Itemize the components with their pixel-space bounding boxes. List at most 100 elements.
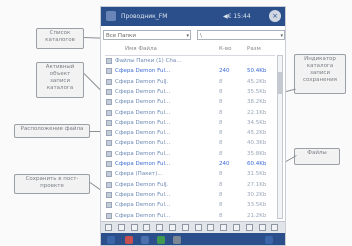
file-count: 8 xyxy=(219,78,223,85)
status-indicator: ◀€ 15:44 xyxy=(223,13,251,20)
folder-dropdown[interactable]: Все Папки ▾ xyxy=(103,30,191,40)
toolbar-button-icon[interactable] xyxy=(220,224,228,231)
app-icon-gray[interactable] xyxy=(173,236,181,244)
list-item[interactable]: Сфера Demon Ful... 8 40.3Kb xyxy=(105,138,275,148)
toolbar-button-icon[interactable] xyxy=(233,224,240,231)
list-item[interactable]: Сфера Demon Ful... 8 38.2Kb xyxy=(105,97,275,107)
list-item[interactable]: Сфера Demon Ful... 8 22.1Kb xyxy=(105,108,275,118)
path-dropdown-value: \ xyxy=(200,33,202,39)
toolbar-button-icon[interactable] xyxy=(181,224,189,231)
chevron-down-icon: ▾ xyxy=(280,33,283,39)
callout-lower-left: Сохранить в пост-проекте xyxy=(14,174,90,194)
file-size: 30.2Kb xyxy=(247,191,267,198)
callout-text: Активный объект записи каталога xyxy=(45,64,75,91)
file-size: 22.1Kb xyxy=(247,109,267,116)
file-icon xyxy=(106,130,112,137)
file-name: Сфера (Пакет)... xyxy=(115,171,163,178)
app-icon-green[interactable] xyxy=(157,236,165,244)
toolbar-button-icon[interactable] xyxy=(156,224,164,231)
close-button[interactable]: × xyxy=(269,10,281,22)
app-icon-red[interactable] xyxy=(125,236,133,244)
callout-upper-left: Активный объект записи каталога xyxy=(36,62,84,98)
toolbar-button-icon[interactable] xyxy=(207,224,215,231)
file-icon xyxy=(106,181,112,188)
file-icon xyxy=(106,150,112,157)
file-name: Сфера Demon Ful... xyxy=(115,202,171,209)
list-item[interactable]: Сфера Demon Ful... 8 35.5Kb xyxy=(105,87,275,97)
path-dropdown[interactable]: \ ▾ xyxy=(197,30,285,40)
file-count: 8 xyxy=(219,212,223,219)
file-count: 8 xyxy=(219,109,223,116)
file-count: 8 xyxy=(219,181,223,188)
keyboard-icon[interactable] xyxy=(265,236,273,244)
file-icon xyxy=(106,99,112,106)
toolbar-button-icon[interactable] xyxy=(169,224,176,231)
file-name: Сфера Demon Ful... xyxy=(115,150,171,157)
window-title: Проводник_FM xyxy=(121,13,168,20)
scrollbar[interactable] xyxy=(277,55,283,219)
toolbar-button-icon[interactable] xyxy=(271,224,279,231)
file-size: 33.5Kb xyxy=(247,202,267,209)
file-icon xyxy=(106,88,112,95)
file-size: 45.2Kb xyxy=(247,130,267,137)
file-icon xyxy=(106,68,112,75)
callout-lower-right: Файлы xyxy=(294,148,340,165)
file-icon xyxy=(106,109,112,116)
file-count: 8 xyxy=(219,140,223,147)
app-logo-icon xyxy=(106,11,116,21)
file-size: 35.5Kb xyxy=(247,88,267,95)
toolbar-button-icon[interactable] xyxy=(245,224,253,231)
app-icon-blue[interactable] xyxy=(141,236,149,244)
taskbar xyxy=(101,233,285,245)
callout-text: Расположение файла xyxy=(20,126,84,132)
file-name: Сфера Demon Ful... xyxy=(115,119,171,126)
toolbar-button-icon[interactable] xyxy=(143,224,151,231)
file-name: Сфера Demon FulJ. xyxy=(115,78,169,85)
header-name[interactable]: Имя Файла xyxy=(125,44,157,55)
header-count[interactable]: К-во xyxy=(219,44,232,55)
file-name: Сфера Demon Ful... xyxy=(115,161,171,167)
file-icon xyxy=(106,171,112,178)
filter-bar: Все Папки ▾ \ ▾ xyxy=(103,30,285,42)
file-count: 8 xyxy=(219,119,223,126)
file-size: 35.8Kb xyxy=(247,150,267,157)
file-count: 240 xyxy=(219,161,230,167)
toolbar-button-icon[interactable] xyxy=(105,224,112,231)
list-item[interactable]: Сфера Demon Ful... 8 21.2Kb xyxy=(105,211,275,221)
callout-top-left: Список каталогов xyxy=(36,28,84,49)
list-item[interactable]: Файлы Папки (1) Cha... xyxy=(105,56,275,66)
folder-dropdown-value: Все Папки xyxy=(106,33,136,39)
file-count: 8 xyxy=(219,88,223,95)
list-item[interactable]: Сфера Demon Ful... 240 50.4Kb xyxy=(105,66,275,76)
file-name: Сфера Demon Ful... xyxy=(115,191,171,198)
callout-text: Сохранить в пост-проекте xyxy=(25,176,79,189)
header-size[interactable]: Разм xyxy=(247,44,261,55)
file-icon xyxy=(106,161,112,167)
file-count: 8 xyxy=(219,130,223,137)
list-item[interactable]: Сфера Demon Ful... 8 34.5Kb xyxy=(105,118,275,128)
toolbar-button-icon[interactable] xyxy=(258,224,266,231)
list-item[interactable]: Сфера Demon FulJ. 8 27.1Kb xyxy=(105,180,275,190)
file-name: Сфера Demon Ful... xyxy=(115,99,171,106)
toolbar-button-icon[interactable] xyxy=(194,224,202,231)
file-count: 8 xyxy=(219,150,223,157)
file-name: Сфера Demon Ful... xyxy=(115,130,171,137)
file-name: Сфера Demon Ful... xyxy=(115,140,171,147)
file-size: 40.3Kb xyxy=(247,140,267,147)
file-icon xyxy=(106,191,112,198)
list-item[interactable]: Сфера (Пакет)... 8 31.5Kb xyxy=(105,169,275,179)
toolbar-button-icon[interactable] xyxy=(130,224,138,231)
list-item[interactable]: Сфера Demon Ful... 8 35.8Kb xyxy=(105,149,275,159)
list-item[interactable]: Сфера Demon Ful... 8 33.5Kb xyxy=(105,200,275,210)
list-item[interactable]: Сфера Demon Ful... 240 60.4Kb xyxy=(105,159,275,169)
start-icon[interactable] xyxy=(107,236,115,244)
file-size: 27.1Kb xyxy=(247,181,267,188)
list-item[interactable]: Сфера Demon FulJ. 8 45.2Kb xyxy=(105,77,275,87)
list-item[interactable]: Сфера Demon Ful... 8 30.2Kb xyxy=(105,190,275,200)
file-icon xyxy=(106,78,112,85)
file-size: 34.5Kb xyxy=(247,119,267,126)
list-item[interactable]: Сфера Demon Ful... 8 45.2Kb xyxy=(105,128,275,138)
callout-text: Индикатор каталога записи сохранения xyxy=(303,56,337,83)
scroll-thumb[interactable] xyxy=(278,72,282,94)
toolbar-button-icon[interactable] xyxy=(117,224,125,231)
